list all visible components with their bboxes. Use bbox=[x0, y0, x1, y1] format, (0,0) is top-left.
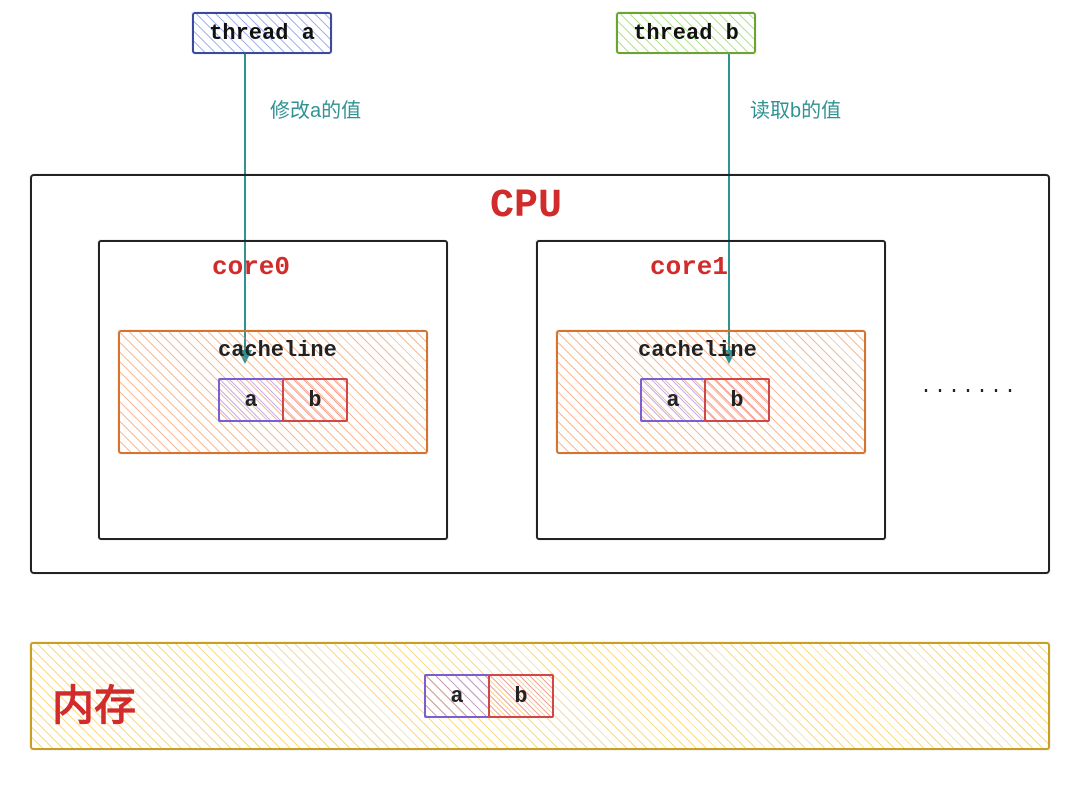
memory-var-a: a bbox=[424, 674, 490, 718]
memory-var-a-label: a bbox=[450, 684, 463, 709]
cores-ellipsis: ······· bbox=[920, 380, 1018, 403]
core0-var-a: a bbox=[218, 378, 284, 422]
thread-b-box: thread b bbox=[616, 12, 756, 54]
core1-cacheline-label: cacheline bbox=[638, 338, 757, 363]
core1-var-pair: a b bbox=[640, 378, 770, 422]
core1-var-b: b bbox=[704, 378, 770, 422]
memory-title: 内存 bbox=[52, 672, 136, 733]
thread-a-box: thread a bbox=[192, 12, 332, 54]
arrow-a-action-label: 修改a的值 bbox=[270, 94, 361, 123]
core1-var-b-label: b bbox=[730, 388, 743, 413]
core0-var-b: b bbox=[282, 378, 348, 422]
cpu-title: CPU bbox=[490, 184, 562, 229]
core0-var-b-label: b bbox=[308, 388, 321, 413]
core1-var-a-label: a bbox=[666, 388, 679, 413]
thread-b-label: thread b bbox=[633, 21, 739, 46]
core0-var-pair: a b bbox=[218, 378, 348, 422]
memory-var-b-label: b bbox=[514, 684, 527, 709]
memory-var-b: b bbox=[488, 674, 554, 718]
core0-title: core0 bbox=[212, 252, 290, 282]
core1-title: core1 bbox=[650, 252, 728, 282]
core1-var-a: a bbox=[640, 378, 706, 422]
core0-var-a-label: a bbox=[244, 388, 257, 413]
core0-cacheline-label: cacheline bbox=[218, 338, 337, 363]
arrow-b-action-label: 读取b的值 bbox=[750, 94, 841, 123]
thread-a-label: thread a bbox=[209, 21, 315, 46]
memory-var-pair: a b bbox=[424, 674, 554, 718]
